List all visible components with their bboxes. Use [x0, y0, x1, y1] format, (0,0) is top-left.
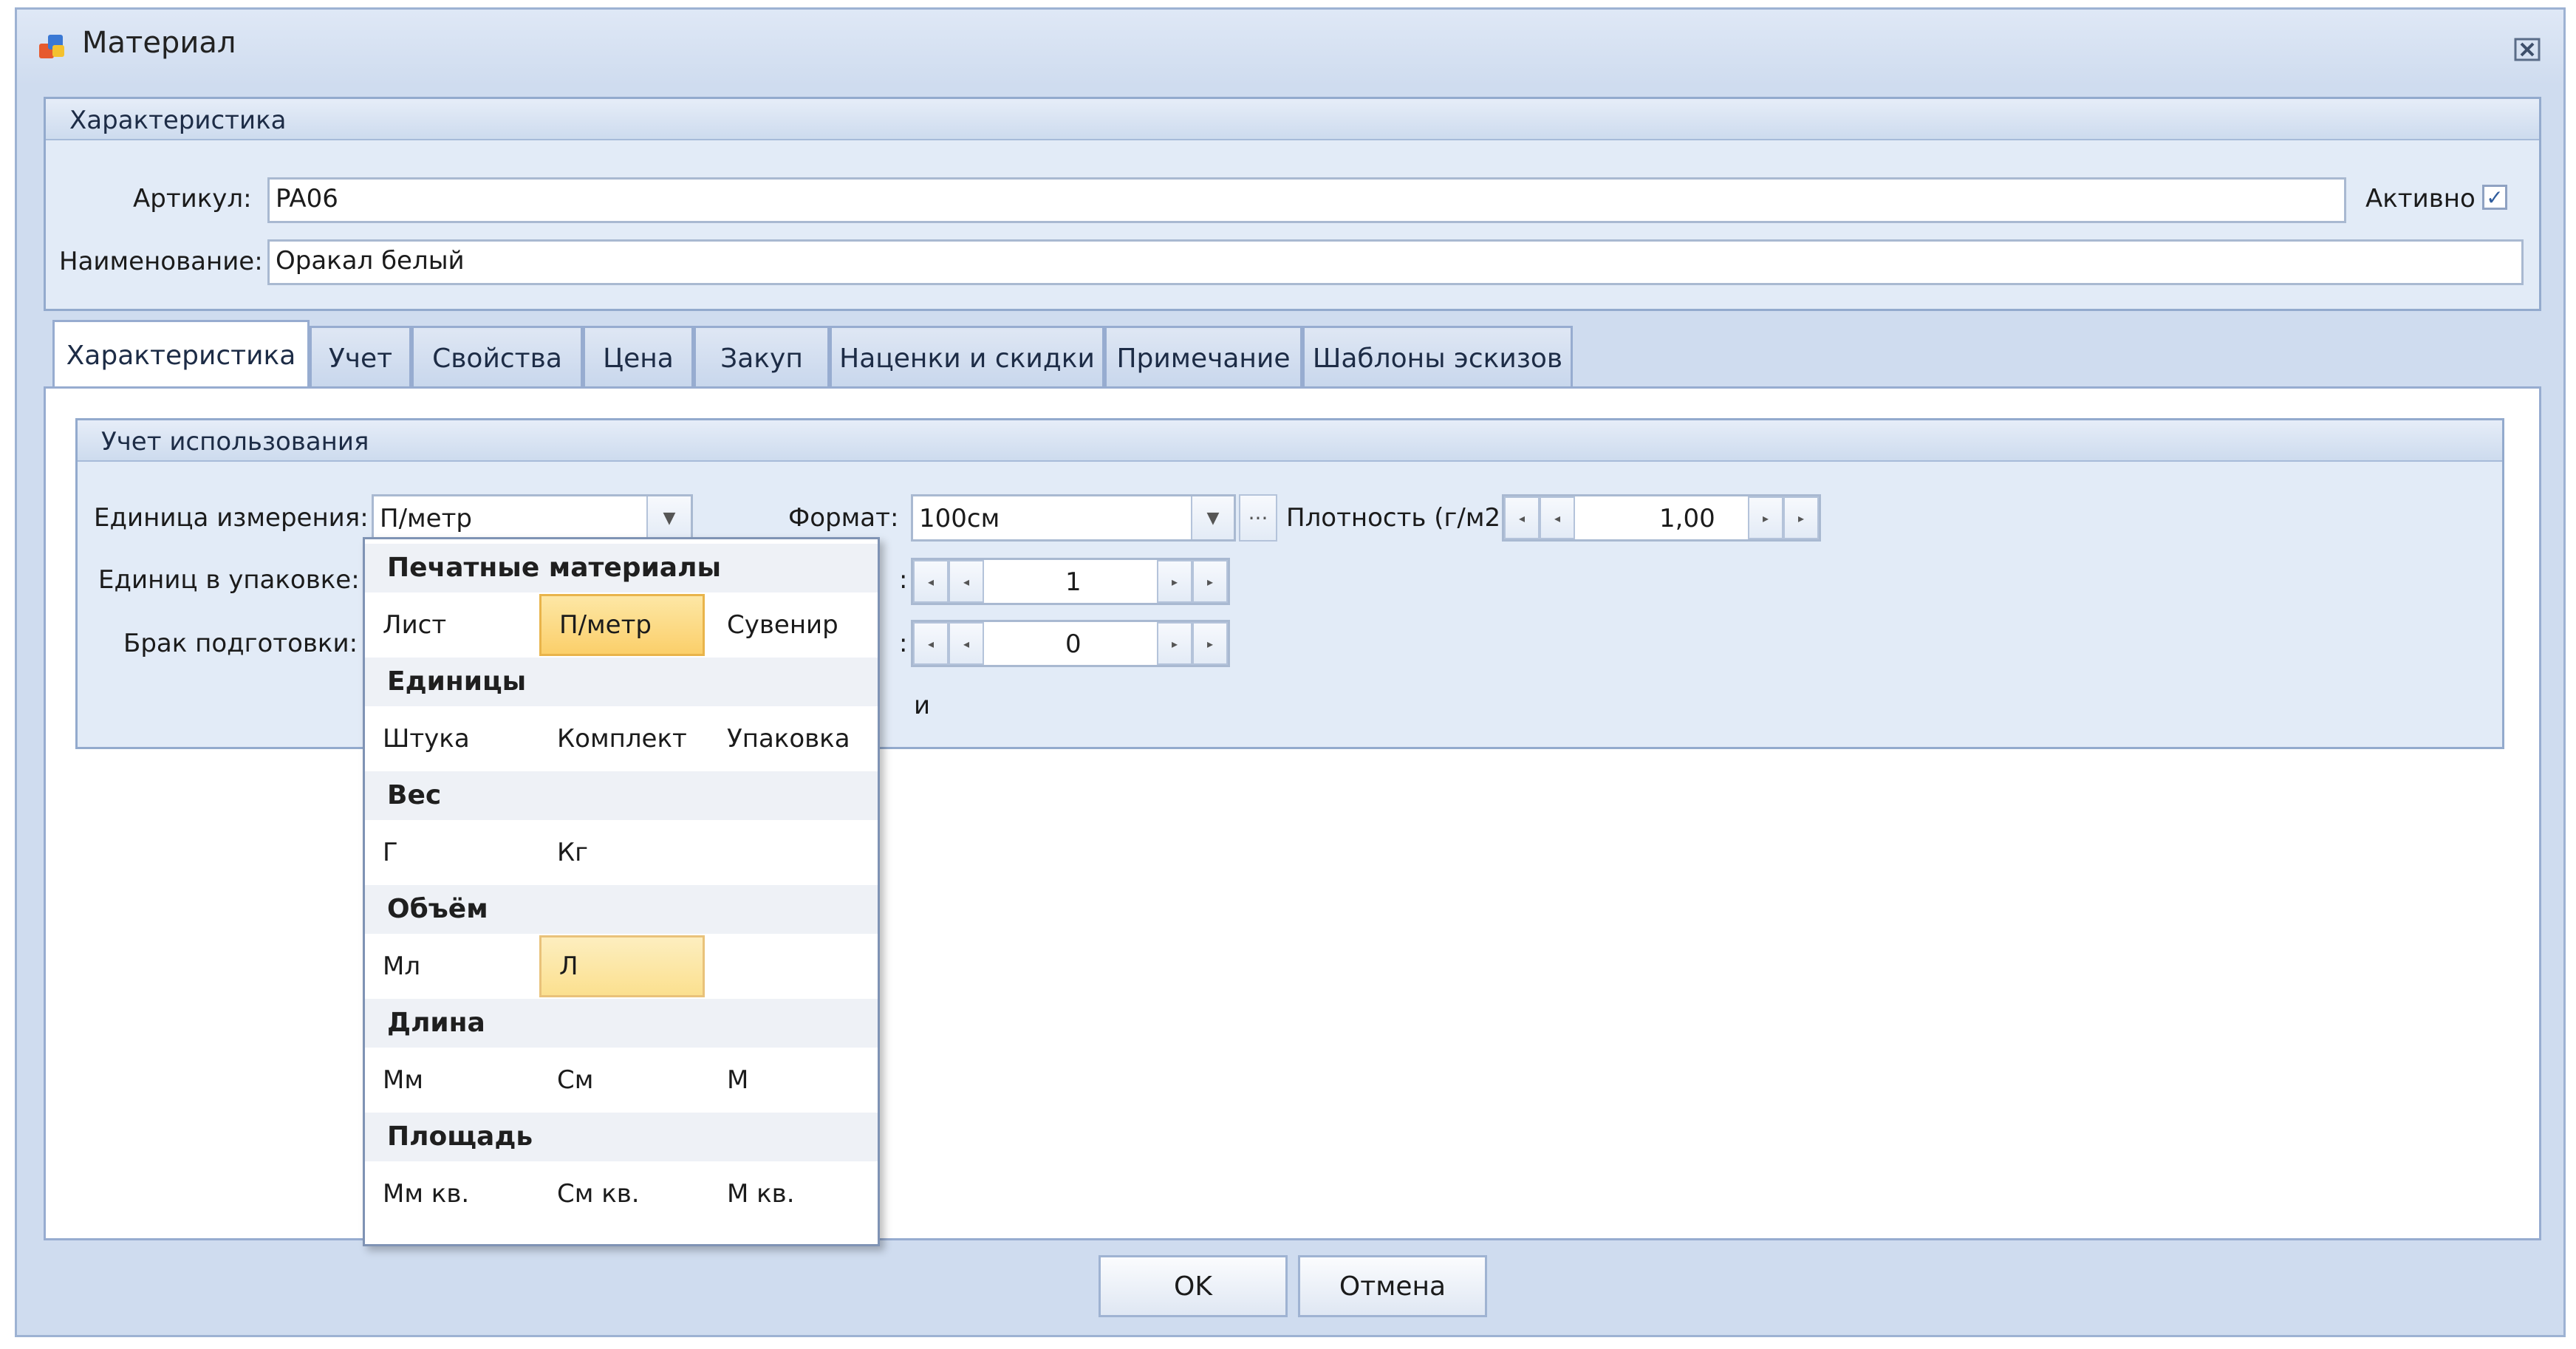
name-input[interactable]: Оракал белый: [267, 239, 2524, 285]
tab-sketch-templates[interactable]: Шаблоны эскизов: [1302, 326, 1573, 389]
active-label: Активно: [2365, 184, 2476, 214]
article-label: Артикул:: [133, 184, 252, 214]
tab-properties[interactable]: Свойства: [411, 326, 583, 389]
group-header: Учет использования: [78, 420, 2502, 462]
next-icon[interactable]: ▸: [1157, 560, 1192, 603]
option-sq-millimeter[interactable]: Мм кв.: [365, 1163, 530, 1225]
material-window: Материал Характеристика Артикул: PA06 Ак…: [15, 7, 2566, 1337]
tab-notes[interactable]: Примечание: [1104, 326, 1302, 389]
title-bar: Материал: [17, 10, 2563, 85]
waste-label: Брак подготовки:: [123, 629, 358, 658]
unit-value: П/метр: [380, 504, 472, 533]
app-icon: [36, 30, 69, 63]
category-header: Вес: [365, 771, 878, 820]
tab-accounting[interactable]: Учет: [310, 326, 411, 389]
unit-label: Единица измерения:: [94, 503, 369, 533]
partial-text: и: [914, 691, 931, 720]
waste-spinner[interactable]: ◂ ◂ 0 ▸ ▸: [911, 620, 1230, 667]
format-combobox[interactable]: 100см ▼: [911, 494, 1236, 542]
option-sq-meter[interactable]: М кв.: [709, 1163, 875, 1225]
format-value: 100см: [919, 504, 1000, 533]
category-header: Единицы: [365, 658, 878, 706]
group-header: Характеристика: [46, 99, 2539, 140]
colon: :: [899, 629, 908, 658]
tab-price[interactable]: Цена: [583, 326, 694, 389]
ellipsis-icon[interactable]: ···: [1239, 494, 1277, 542]
last-icon[interactable]: ▸: [1192, 622, 1228, 665]
option-set[interactable]: Комплект: [539, 708, 705, 770]
option-souvenir[interactable]: Сувенир: [709, 594, 875, 656]
category-header: Площадь: [365, 1113, 878, 1161]
option-gram[interactable]: Г: [365, 822, 530, 884]
prev-icon[interactable]: ◂: [1540, 496, 1575, 539]
colon: :: [899, 565, 908, 595]
first-icon[interactable]: ◂: [913, 622, 949, 665]
option-sheet[interactable]: Лист: [365, 594, 530, 656]
units-per-pack-label: Единиц в упаковке:: [98, 565, 360, 595]
ok-button[interactable]: OK: [1099, 1255, 1288, 1317]
option-running-meter[interactable]: П/метр: [539, 594, 705, 656]
unit-dropdown: Печатные материалы Лист П/метр Сувенир Е…: [363, 537, 880, 1246]
option-liter[interactable]: Л: [539, 935, 705, 997]
option-piece[interactable]: Штука: [365, 708, 530, 770]
prev-icon[interactable]: ◂: [949, 560, 984, 603]
tab-characteristics[interactable]: Характеристика: [52, 320, 310, 389]
prev-icon[interactable]: ◂: [949, 622, 984, 665]
option-kilogram[interactable]: Кг: [539, 822, 705, 884]
group-title: Характеристика: [69, 106, 287, 135]
category-header: Печатные материалы: [365, 544, 878, 592]
density-value: 1,00: [1659, 504, 1715, 533]
group-title: Учет использования: [101, 427, 369, 457]
name-label: Наименование:: [59, 247, 263, 276]
article-input[interactable]: PA06: [267, 177, 2346, 223]
unit-combobox[interactable]: П/метр ▼: [372, 494, 693, 542]
cancel-button[interactable]: Отмена: [1298, 1255, 1487, 1317]
chevron-down-icon[interactable]: ▼: [646, 496, 691, 539]
option-milliliter[interactable]: Мл: [365, 935, 530, 997]
active-checkbox[interactable]: ✓: [2482, 185, 2507, 210]
tab-markups[interactable]: Наценки и скидки: [830, 326, 1104, 389]
characteristics-group: Характеристика Артикул: PA06 Активно ✓ Н…: [44, 97, 2541, 311]
tab-purchase[interactable]: Закуп: [694, 326, 830, 389]
format-label: Формат:: [788, 503, 899, 533]
close-icon[interactable]: [2512, 35, 2542, 64]
units-per-pack-value: 1: [1065, 567, 1082, 597]
category-header: Длина: [365, 999, 878, 1048]
option-package[interactable]: Упаковка: [709, 708, 875, 770]
option-millimeter[interactable]: Мм: [365, 1049, 530, 1111]
first-icon[interactable]: ◂: [913, 560, 949, 603]
option-meter[interactable]: М: [709, 1049, 875, 1111]
waste-value: 0: [1065, 629, 1082, 659]
density-label: Плотность (г/м2):: [1286, 503, 1519, 533]
next-icon[interactable]: ▸: [1157, 622, 1192, 665]
option-sq-centimeter[interactable]: См кв.: [539, 1163, 705, 1225]
first-icon[interactable]: ◂: [1504, 496, 1540, 539]
last-icon[interactable]: ▸: [1192, 560, 1228, 603]
chevron-down-icon[interactable]: ▼: [1191, 496, 1234, 539]
window-title: Материал: [82, 26, 236, 60]
next-icon[interactable]: ▸: [1748, 496, 1783, 539]
last-icon[interactable]: ▸: [1783, 496, 1819, 539]
units-per-pack-spinner[interactable]: ◂ ◂ 1 ▸ ▸: [911, 558, 1230, 605]
density-spinner[interactable]: ◂ ◂ 1,00 ▸ ▸: [1502, 494, 1821, 542]
category-header: Объём: [365, 885, 878, 934]
option-centimeter[interactable]: См: [539, 1049, 705, 1111]
